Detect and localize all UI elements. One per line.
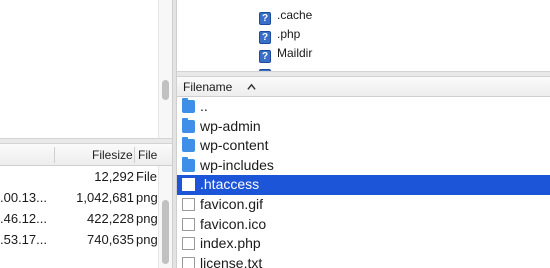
remote-file-row[interactable]: wp-content (177, 136, 550, 156)
file-type: File (136, 169, 157, 184)
file-name: wp-includes (200, 156, 274, 173)
file-icon (182, 256, 195, 268)
folder-icon (182, 137, 195, 153)
column-filename[interactable]: Filename (183, 77, 232, 97)
remote-file-row[interactable]: .. (177, 97, 550, 117)
file-modified: .46.12... (0, 211, 46, 226)
file-modified: .00.13... (0, 190, 46, 205)
file-name: .htaccess (200, 176, 260, 193)
local-pane: Filesize File 12,292 File .00.13... 1,04… (0, 0, 172, 268)
file-size: 1,042,681 (76, 190, 134, 205)
local-tree-scroll-thumb[interactable] (162, 80, 169, 100)
local-file-list-header: Filesize File (0, 144, 172, 166)
file-name: favicon.ico (200, 215, 267, 232)
remote-file-row[interactable]: wp-admin (177, 117, 550, 137)
file-modified: .53.17... (0, 232, 46, 247)
remote-file-row[interactable]: license.txt (177, 254, 550, 268)
file-name: favicon.gif (200, 195, 264, 212)
remote-file-list-header[interactable]: Filename (177, 77, 550, 97)
local-tree-scrollbar[interactable] (158, 0, 172, 138)
file-icon (182, 217, 195, 231)
sort-ascending-icon[interactable] (247, 83, 256, 92)
file-size: 740,635 (87, 232, 134, 247)
local-list-scroll-thumb[interactable] (162, 200, 169, 264)
file-size: 12,292 (94, 169, 134, 184)
local-file-row[interactable]: 12,292 File (0, 166, 158, 187)
tree-item[interactable]: ? Maildir (259, 43, 312, 63)
remote-file-row-selected[interactable]: .htaccess (177, 175, 550, 195)
remote-directory-tree[interactable]: ?.cache ?.php ?Maildir ? (177, 0, 550, 71)
remote-file-row[interactable]: favicon.ico (177, 215, 550, 235)
tree-item-label: .cache (277, 8, 313, 22)
remote-file-list: .. wp-admin wp-content wp-includes .htac… (177, 97, 550, 268)
local-directory-tree[interactable] (0, 0, 172, 138)
local-file-row[interactable]: .00.13... 1,042,681 png (0, 187, 158, 208)
local-file-row[interactable]: .53.17... 740,635 png (0, 229, 158, 250)
file-icon (182, 197, 195, 211)
file-size: 422,228 (87, 211, 134, 226)
column-separator[interactable] (54, 147, 55, 163)
file-icon (182, 237, 195, 251)
file-icon (182, 178, 195, 192)
file-name: index.php (200, 235, 261, 252)
tree-item-label: .php (277, 27, 301, 41)
folder-icon (182, 117, 195, 133)
folder-icon (182, 98, 195, 113)
tree-item-partial[interactable]: ? (259, 62, 277, 71)
file-name: .. (200, 98, 208, 114)
file-name: license.txt (200, 254, 263, 268)
ftp-client-window: Filesize File 12,292 File .00.13... 1,04… (0, 0, 550, 268)
local-file-row[interactable]: .46.12... 422,228 png (0, 208, 158, 229)
file-type: png (136, 232, 158, 247)
local-list-scrollbar[interactable] (158, 166, 172, 268)
file-type: png (136, 190, 158, 205)
remote-file-row[interactable]: favicon.gif (177, 195, 550, 215)
tree-item[interactable]: ? .php (259, 24, 300, 44)
remote-file-row[interactable]: wp-includes (177, 156, 550, 176)
file-name: wp-content (200, 137, 269, 154)
file-type: png (136, 211, 158, 226)
tree-item-label: Maildir (277, 46, 313, 60)
local-file-list: 12,292 File .00.13... 1,042,681 png .46.… (0, 166, 158, 250)
tree-item[interactable]: ? .cache (259, 5, 312, 25)
column-filetype[interactable]: File (138, 144, 157, 166)
column-separator[interactable] (134, 147, 135, 163)
remote-file-row[interactable]: index.php (177, 234, 550, 254)
file-name: wp-admin (200, 117, 261, 134)
column-filesize[interactable]: Filesize (92, 144, 133, 166)
folder-icon (182, 156, 195, 172)
